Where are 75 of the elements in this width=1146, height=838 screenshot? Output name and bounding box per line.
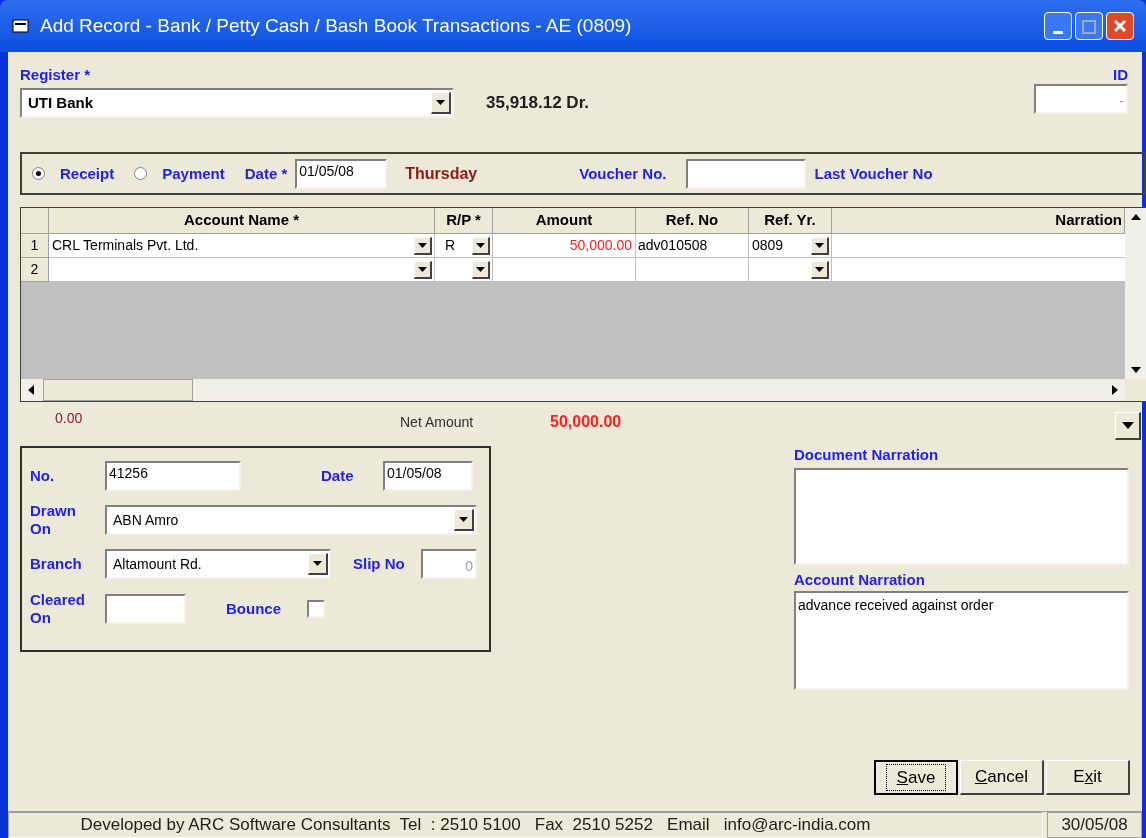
date-label: Date *: [244, 164, 288, 183]
status-bar-date: 30/05/08: [1047, 812, 1142, 838]
cleared-on-label: Cleared On: [30, 591, 87, 627]
cheque-date-field[interactable]: 01/05/08: [383, 461, 473, 491]
branch-dropdown[interactable]: Altamount Rd.: [105, 549, 331, 579]
net-amount-label: Net Amount: [400, 413, 475, 432]
table-cell: adv010508: [636, 234, 749, 258]
voucher-no-label: Voucher No.: [579, 164, 667, 183]
maximize-icon: [1082, 20, 1096, 34]
expand-button[interactable]: [1115, 412, 1141, 440]
branch-label: Branch: [30, 555, 83, 573]
table-cell: 50,000.00: [493, 234, 636, 258]
document-narration-field[interactable]: [794, 468, 1129, 565]
dropdown-button[interactable]: [811, 260, 829, 279]
dialog-button[interactable]: Save: [874, 760, 958, 795]
row-number: 2: [21, 258, 49, 282]
drawn-on-dropdown[interactable]: ABN Amro: [105, 505, 477, 535]
vertical-scrollbar[interactable]: [1125, 208, 1146, 379]
register-label: Register *: [20, 66, 92, 84]
dialog-button[interactable]: Cancel: [960, 760, 1044, 795]
voucher-no-field[interactable]: [686, 158, 807, 189]
caret-down-icon: [313, 561, 322, 566]
minimize-button[interactable]: [1044, 12, 1072, 40]
dropdown-button[interactable]: [472, 260, 490, 279]
horizontal-scrollbar[interactable]: [21, 379, 1125, 401]
dropdown-button[interactable]: [308, 553, 328, 575]
dialog-button[interactable]: Exit: [1046, 760, 1130, 795]
net-amount-value: 50,000.00: [550, 412, 622, 432]
caret-down-icon: [815, 242, 824, 248]
account-narration-field[interactable]: advance received against order: [794, 591, 1129, 690]
dropdown-button[interactable]: [472, 236, 490, 255]
register-balance: 35,918.12 Dr.: [486, 92, 590, 115]
last-voucher-label: Last Voucher No: [814, 164, 933, 183]
dropdown-button[interactable]: [431, 92, 451, 114]
table-cell-text: 0809: [752, 236, 784, 255]
close-button[interactable]: [1106, 12, 1134, 40]
table-cell-text: R: [445, 236, 456, 255]
bounce-label: Bounce: [226, 600, 282, 618]
register-dropdown[interactable]: UTI Bank: [20, 88, 454, 118]
cheque-no-field[interactable]: 41256: [105, 461, 241, 491]
date-field[interactable]: 01/05/08: [295, 158, 388, 189]
dropdown-button[interactable]: [414, 260, 432, 279]
weekday-text: Thursday: [405, 163, 479, 184]
cleared-on-field[interactable]: [105, 594, 186, 624]
total-value: 0.00: [55, 409, 84, 428]
caret-down-icon: [459, 517, 468, 522]
caret-down-icon: [418, 242, 427, 248]
caret-down-icon: [1121, 422, 1134, 429]
close-icon: [1113, 19, 1127, 33]
caret-down-icon: [476, 266, 485, 272]
cheque-date-label: Date: [321, 467, 355, 485]
form-icon: [12, 18, 30, 34]
cheque-no-label: No.: [30, 467, 56, 485]
minimize-icon: [1053, 31, 1063, 34]
bounce-checkbox[interactable]: [307, 600, 325, 618]
row-number: 1: [21, 234, 49, 258]
scroll-thumb[interactable]: [43, 379, 193, 401]
radio-button[interactable]: Receipt: [32, 164, 115, 183]
status-bar-text: Developed by ARC Software Consultants Tel : 2510 5100 Fax 2510 5252 Email info@arc-india.com: [8, 812, 1043, 838]
dropdown-button[interactable]: [811, 236, 829, 255]
id-label: ID: [1113, 66, 1128, 84]
drawn-on-label: Drawn On: [30, 502, 77, 538]
document-narration-label: Document Narration: [794, 446, 940, 464]
dropdown-button[interactable]: [454, 509, 474, 531]
window-title: Add Record - Bank / Petty Cash / Bash Book Transactions - AE (0809): [40, 13, 633, 38]
maximize-button[interactable]: [1075, 12, 1103, 40]
account-narration-label: Account Narration: [794, 571, 926, 589]
dropdown-button[interactable]: [414, 236, 432, 255]
caret-down-icon: [418, 266, 427, 272]
table-cell-text: CRL Terminals Pvt. Ltd.: [52, 236, 199, 255]
radio-button[interactable]: Payment: [134, 164, 225, 183]
caret-down-icon: [436, 100, 445, 105]
caret-down-icon: [476, 242, 485, 248]
caret-down-icon: [815, 266, 824, 272]
slip-no-label: Slip No: [353, 555, 406, 573]
